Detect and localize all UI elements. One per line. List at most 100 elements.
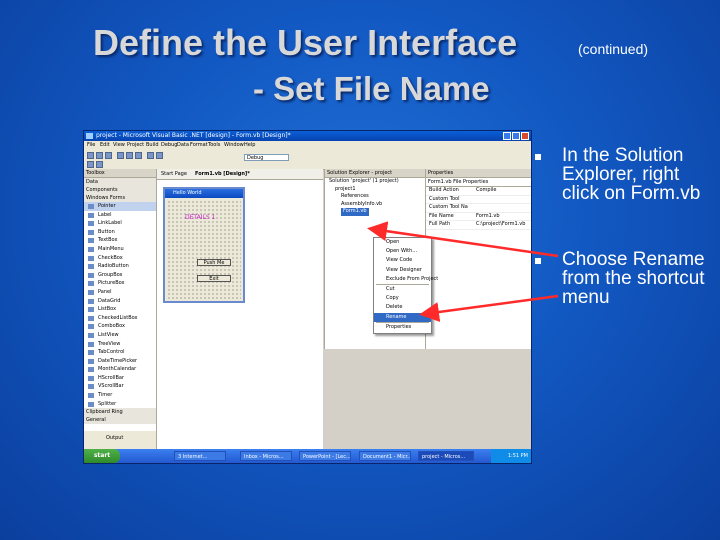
toolbox-item[interactable]: VScrollBar (84, 382, 156, 391)
property-value: Form1.vb (476, 212, 500, 219)
form-label[interactable]: DETAILS 1 (185, 214, 215, 221)
maximize-icon[interactable] (512, 132, 520, 140)
toolbox-item[interactable]: TextBox (84, 236, 156, 245)
paste-icon[interactable] (135, 152, 142, 159)
tree-node-assemblyinfo[interactable]: AssemblyInfo.vb (329, 201, 425, 209)
ctx-copy[interactable]: Copy (374, 294, 431, 303)
menu-file[interactable]: File (87, 142, 95, 148)
menu-view[interactable]: View (113, 142, 125, 148)
toolbox-item[interactable]: Button (84, 228, 156, 237)
form-exit-button[interactable]: Exit (197, 275, 231, 282)
menu-data[interactable]: Data (177, 142, 189, 148)
undo-icon[interactable] (147, 152, 154, 159)
minimize-icon[interactable] (503, 132, 511, 140)
toolbox-item[interactable]: Panel (84, 288, 156, 297)
toolbox-item[interactable]: RadioButton (84, 262, 156, 271)
ctx-properties[interactable]: Properties (374, 323, 431, 332)
menu-debug[interactable]: Debug (161, 142, 177, 148)
ctx-exclude[interactable]: Exclude From Project (374, 275, 438, 284)
toolbox-item[interactable]: DataGrid (84, 297, 156, 306)
toolbox-item[interactable]: PictureBox (84, 279, 156, 288)
toolbox-item[interactable]: DateTimePicker (84, 357, 156, 366)
align-center-icon[interactable] (96, 161, 103, 168)
ctx-view-designer[interactable]: View Designer (374, 266, 431, 275)
menu-tools[interactable]: Tools (208, 142, 220, 148)
form-titlebar: Hello World (165, 189, 243, 198)
toolbox-item[interactable]: Splitter (84, 400, 156, 409)
start-button[interactable]: start (84, 449, 120, 463)
save-icon[interactable] (105, 152, 112, 159)
taskbar-item[interactable]: Document1 - Micr... (359, 451, 411, 461)
toolbox-item[interactable]: ListBox (84, 305, 156, 314)
tree-node-form[interactable]: Form1.vb (341, 208, 369, 216)
cut-icon[interactable] (117, 152, 124, 159)
toolbox-item[interactable]: TreeView (84, 340, 156, 349)
context-menu: Open Open With... View Code View Designe… (373, 237, 438, 334)
toolbox-item[interactable]: CheckBox (84, 254, 156, 263)
taskbar-item[interactable]: PowerPoint - [Lec... (299, 451, 351, 461)
tab-output[interactable]: Output (106, 435, 123, 441)
ctx-view-code[interactable]: View Code (374, 256, 431, 265)
toolbox-item[interactable]: CheckedListBox (84, 314, 156, 323)
menu-format[interactable]: Format (190, 142, 208, 148)
redo-icon[interactable] (156, 152, 163, 159)
copy-icon[interactable] (126, 152, 133, 159)
tree-node-project[interactable]: project1 (329, 186, 425, 194)
taskbar-item[interactable]: Inbox - Micros... (240, 451, 292, 461)
toolbox-item[interactable]: Pointer (84, 202, 156, 211)
property-value: Compile (476, 187, 497, 193)
align-icon[interactable] (87, 161, 94, 168)
toolbox-category[interactable]: Clipboard Ring (84, 408, 156, 417)
property-name: File Name (429, 212, 454, 219)
ctx-open-with[interactable]: Open With... (374, 247, 431, 256)
toolbox-category[interactable]: Data (84, 178, 156, 186)
toolbox-category[interactable]: General (84, 416, 156, 425)
tab-form-design[interactable]: Form1.vb [Design]* (195, 171, 250, 177)
menu-help[interactable]: Help (244, 142, 255, 148)
toolbox-item[interactable]: ComboBox (84, 322, 156, 331)
toolbox-category[interactable]: Windows Forms (84, 194, 156, 202)
property-name: Custom Tool (429, 195, 460, 202)
new-project-icon[interactable] (87, 152, 94, 159)
toolbox-item[interactable]: MainMenu (84, 245, 156, 254)
taskbar-item[interactable]: 3 Internet... (174, 451, 226, 461)
open-icon[interactable] (96, 152, 103, 159)
config-combo[interactable]: Debug (244, 154, 289, 161)
close-icon[interactable] (521, 132, 529, 140)
menu-project[interactable]: Project (127, 142, 144, 148)
property-row[interactable]: Full Path C:\project\Form1.vb (426, 221, 531, 230)
toolbox-item[interactable]: TabControl (84, 348, 156, 357)
property-row[interactable]: Custom Tool (426, 195, 531, 204)
property-row[interactable]: Build Action Compile (426, 187, 531, 196)
menu-build[interactable]: Build (146, 142, 159, 148)
toolbox-item[interactable]: HScrollBar (84, 374, 156, 383)
solution-tree: Solution 'project' (1 project) project1 … (325, 178, 425, 216)
toolbox-item[interactable]: Timer (84, 391, 156, 400)
ctx-rename[interactable]: Rename (374, 312, 431, 322)
properties-object-combo[interactable]: Form1.vb File Properties (426, 178, 531, 187)
menu-window[interactable]: Window (224, 142, 244, 148)
taskbar-item[interactable]: project - Micros... (418, 451, 474, 461)
tree-node-solution[interactable]: Solution 'project' (1 project) (329, 178, 425, 186)
tab-start-page[interactable]: Start Page (161, 171, 187, 177)
menu-edit[interactable]: Edit (100, 142, 110, 148)
system-clock: 1:51 PM (491, 449, 531, 463)
ctx-open[interactable]: Open (374, 238, 431, 247)
form-push-button[interactable]: Push Me (197, 259, 231, 266)
form-designer[interactable]: Hello World DETAILS 1 Push Me Exit (163, 187, 245, 303)
toolbox-category[interactable]: Components (84, 186, 156, 194)
toolbox-item[interactable]: GroupBox (84, 271, 156, 280)
toolbox-item[interactable]: LinkLabel (84, 219, 156, 228)
toolbox-item[interactable]: ListView (84, 331, 156, 340)
ctx-delete[interactable]: Delete (374, 303, 431, 312)
bullet-square-icon (535, 258, 541, 264)
tree-node-references[interactable]: References (329, 193, 425, 201)
ctx-cut[interactable]: Cut (374, 285, 431, 294)
bullet-item: Choose Rename from the shortcut menu (532, 250, 712, 307)
toolbox-item[interactable]: Label (84, 211, 156, 220)
property-row[interactable]: Custom Tool Na (426, 204, 531, 213)
bullet-list: In the Solution Explorer, right click on… (532, 146, 712, 309)
form-title: Hello World (173, 190, 202, 196)
property-row[interactable]: File Name Form1.vb (426, 212, 531, 221)
toolbox-item[interactable]: MonthCalendar (84, 365, 156, 374)
